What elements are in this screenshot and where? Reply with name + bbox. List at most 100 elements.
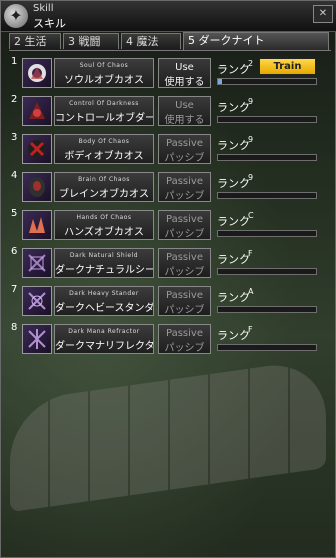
skill-name-en: Dark Mana Refractor <box>68 328 140 335</box>
action-label-en: Passive <box>166 138 203 149</box>
skill-name-jp: ハンズオブカオス <box>64 227 144 238</box>
shield-icon[interactable] <box>22 248 52 278</box>
skill-name-jp: ボディオブカオス <box>64 151 144 162</box>
rank-value: 2 <box>248 59 254 68</box>
action-label-jp: パッシブ <box>164 191 205 202</box>
window-title-en: Skill <box>33 3 54 14</box>
skill-name-en: Dark Heavy Stander <box>69 290 139 297</box>
rank-label: ランク <box>217 329 250 342</box>
rank-label: ランク <box>217 101 250 114</box>
action-label-en: Use <box>175 100 194 111</box>
action-label-jp: パッシブ <box>164 267 205 278</box>
rank-value: C <box>248 211 254 220</box>
tab-dark-knight[interactable]: 5 ダークナイト <box>183 32 329 50</box>
skill-name-box[interactable]: Body Of Chaos ボディオブカオス <box>54 134 154 164</box>
rank-progress-bar <box>217 78 317 85</box>
rank-value: F <box>248 325 253 334</box>
tab-divider <box>9 50 331 51</box>
skill-row: 7 Dark Heavy Stander ダークヘビースタンダー Passive パッシ… <box>11 284 331 320</box>
skill-name-jp: コントロールオブダークネス <box>55 113 154 124</box>
rank-label: ランク <box>217 253 250 266</box>
soul-icon[interactable] <box>22 58 52 88</box>
action-label-en: Passive <box>166 328 203 339</box>
train-button[interactable]: Train <box>259 58 316 75</box>
rank-progress-bar <box>217 154 317 161</box>
skill-slot-number: 7 <box>11 284 18 295</box>
skill-name-jp: ダークヘビースタンダー <box>55 303 154 314</box>
skill-name-en: Control Of Darkness <box>69 100 139 107</box>
skill-name-jp: ブレインオブカオス <box>59 189 149 200</box>
skill-row: 6 Dark Natural Shield ダークナチュラルシールド Passive パ… <box>11 246 331 282</box>
skill-slot-number: 3 <box>11 132 18 143</box>
rank-label: ランク <box>217 291 250 304</box>
skill-slot-number: 6 <box>11 246 18 257</box>
skill-name-box[interactable]: Hands Of Chaos ハンズオブカオス <box>54 210 154 240</box>
passive-button: Passive パッシブ <box>158 248 211 278</box>
skill-row: 2 Control Of Darkness コントロールオブダークネス Use 使用する… <box>11 94 331 130</box>
action-label-jp: パッシブ <box>164 153 205 164</box>
skill-row: 5 Hands Of Chaos ハンズオブカオス Passive パッシブ ランク C <box>11 208 331 244</box>
skill-name-en: Soul Of Chaos <box>79 62 129 69</box>
stander-icon[interactable] <box>22 286 52 316</box>
brain-icon[interactable] <box>22 172 52 202</box>
passive-button: Passive パッシブ <box>158 324 211 354</box>
skill-name-jp: ダークナチュラルシールド <box>55 265 154 276</box>
skill-name-box[interactable]: Dark Mana Refractor ダークマナリフレクター <box>54 324 154 354</box>
skill-name-box[interactable]: Brain Of Chaos ブレインオブカオス <box>54 172 154 202</box>
action-label-jp: パッシブ <box>164 305 205 316</box>
skill-name-box[interactable]: Soul Of Chaos ソウルオブカオス <box>54 58 154 88</box>
skill-window: ✦ Skill スキル ✕ 2 生活 3 戦闘 4 魔法 5 ダークナイト 1 S… <box>0 0 336 558</box>
skill-name-en: Dark Natural Shield <box>69 252 139 259</box>
skill-slot-number: 8 <box>11 322 18 333</box>
use-button[interactable]: Use 使用する <box>158 58 211 88</box>
skill-name-en: Brain Of Chaos <box>78 176 130 183</box>
tab-magic[interactable]: 4 魔法 <box>121 33 181 49</box>
title-bar[interactable]: ✦ Skill スキル ✕ <box>1 1 336 32</box>
rank-label: ランク <box>217 139 250 152</box>
rank-progress-bar <box>217 230 317 237</box>
skill-name-en: Body Of Chaos <box>78 138 130 145</box>
refractor-icon[interactable] <box>22 324 52 354</box>
skill-row: 8 Dark Mana Refractor ダークマナリフレクター Passive パッ… <box>11 322 331 358</box>
rank-value: 9 <box>248 97 254 106</box>
passive-button: Passive パッシブ <box>158 134 211 164</box>
skill-name-box[interactable]: Dark Heavy Stander ダークヘビースタンダー <box>54 286 154 316</box>
use-button: Use 使用する <box>158 96 211 126</box>
skill-slot-number: 4 <box>11 170 18 181</box>
rank-progress-bar <box>217 192 317 199</box>
rank-value: A <box>248 287 254 296</box>
action-label-jp: パッシブ <box>164 343 205 354</box>
rank-value: 9 <box>248 173 254 182</box>
rank-progress-fill <box>218 79 222 84</box>
skill-slot-number: 1 <box>11 56 18 67</box>
control-icon[interactable] <box>22 96 52 126</box>
skill-name-box[interactable]: Control Of Darkness コントロールオブダークネス <box>54 96 154 126</box>
rank-label: ランク <box>217 177 250 190</box>
skill-slot-number: 2 <box>11 94 18 105</box>
passive-button: Passive パッシブ <box>158 172 211 202</box>
skill-name-jp: ダークマナリフレクター <box>55 341 154 352</box>
action-label-en: Passive <box>166 252 203 263</box>
action-label-en: Passive <box>166 176 203 187</box>
body-icon[interactable] <box>22 134 52 164</box>
window-title-jp: スキル <box>33 17 66 30</box>
rank-label: ランク <box>217 63 250 76</box>
rank-value: 9 <box>248 135 254 144</box>
hands-icon[interactable] <box>22 210 52 240</box>
skill-name-en: Hands Of Chaos <box>76 214 132 221</box>
close-button[interactable]: ✕ <box>313 5 333 23</box>
skill-row: 1 Soul Of Chaos ソウルオブカオス Use 使用する ランク 2 Train <box>11 56 331 92</box>
rank-label: ランク <box>217 215 250 228</box>
skill-name-box[interactable]: Dark Natural Shield ダークナチュラルシールド <box>54 248 154 278</box>
rank-progress-bar <box>217 116 317 123</box>
tab-bar: 2 生活 3 戦闘 4 魔法 5 ダークナイト <box>9 32 329 51</box>
action-label-jp: 使用する <box>164 115 205 126</box>
rank-progress-bar <box>217 306 317 313</box>
action-label-en: Use <box>175 62 194 73</box>
skill-slot-number: 5 <box>11 208 18 219</box>
skill-row: 3 Body Of Chaos ボディオブカオス Passive パッシブ ランク 9 <box>11 132 331 168</box>
tab-combat[interactable]: 3 戦闘 <box>63 33 119 49</box>
action-label-en: Passive <box>166 214 203 225</box>
skill-window-icon: ✦ <box>4 4 28 28</box>
tab-life[interactable]: 2 生活 <box>9 33 61 49</box>
